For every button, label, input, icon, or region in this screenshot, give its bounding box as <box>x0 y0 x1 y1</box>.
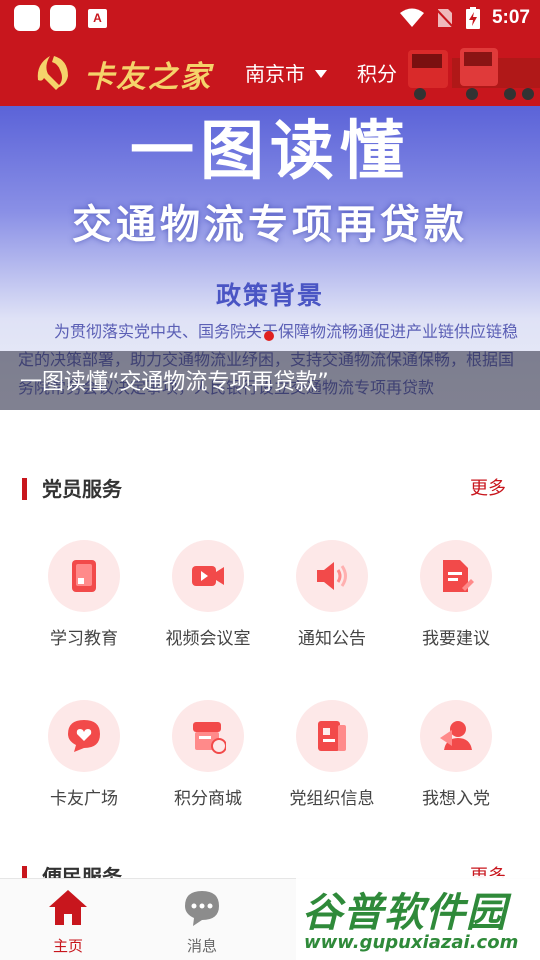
service-square[interactable]: 卡友广场 <box>22 700 146 820</box>
party-emblem-icon <box>37 56 68 90</box>
banner-section-title: 政策背景 <box>215 281 324 310</box>
notification-icon <box>50 5 76 31</box>
battery-charging-icon <box>465 7 480 29</box>
suggest-icon <box>420 540 492 612</box>
notification-icon <box>14 5 40 31</box>
video-icon <box>172 540 244 612</box>
service-label: 积分商城 <box>174 789 242 809</box>
status-bar: A 5:07 <box>0 0 540 36</box>
section-title: 党员服务 <box>42 477 122 501</box>
service-join-party[interactable]: 我想入党 <box>394 700 518 820</box>
service-party-info[interactable]: 党组织信息 <box>270 700 394 820</box>
join-party-icon <box>420 700 492 772</box>
wifi-icon <box>399 8 424 27</box>
city-selector[interactable]: 南京市 <box>245 58 327 87</box>
nav-home[interactable]: 主页 <box>18 879 118 960</box>
party-services-header: 党员服务 更多 <box>0 474 540 504</box>
nav-messages[interactable]: 消息 <box>152 879 252 960</box>
service-label: 视频会议室 <box>165 629 251 649</box>
service-label: 我想入党 <box>422 789 490 809</box>
service-study[interactable]: 学习教育 <box>22 540 146 660</box>
service-video-meeting[interactable]: 视频会议室 <box>146 540 270 660</box>
clock: 5:07 <box>491 7 530 28</box>
watermark-text: 谷普软件园 <box>302 890 507 936</box>
truck-image <box>408 48 540 100</box>
party-doc-icon <box>296 700 368 772</box>
service-notice[interactable]: 通知公告 <box>270 540 394 660</box>
service-label: 我要建议 <box>422 629 490 649</box>
banner-caption: 一图读懂“交通物流专项再贷款” <box>20 370 329 395</box>
app-header: 卡友之家 南京市 积分 <box>0 36 540 106</box>
banner-carousel[interactable]: 一图读懂 交通物流专项再贷款 政策背景 为贯彻落实党中央、国务院关于保障物流畅通… <box>0 106 540 410</box>
store-icon <box>172 700 244 772</box>
section-accent-bar <box>22 478 27 500</box>
city-label: 南京市 <box>245 62 305 86</box>
chevron-down-icon <box>315 69 327 78</box>
no-sim-icon <box>435 8 454 29</box>
carousel-indicator-dot[interactable] <box>264 331 274 341</box>
service-label: 卡友广场 <box>50 789 118 809</box>
points-link[interactable]: 积分 <box>357 58 397 87</box>
site-watermark: 谷普软件园 www.gupuxiazai.com <box>296 876 540 960</box>
service-label: 通知公告 <box>298 629 366 649</box>
watermark-url: www.gupuxiazai.com <box>304 932 519 953</box>
nav-label: 主页 <box>52 937 83 955</box>
nav-label: 消息 <box>186 937 217 955</box>
study-icon <box>48 540 120 612</box>
service-label: 党组织信息 <box>289 789 375 809</box>
text-app-icon: A <box>88 9 107 28</box>
speaker-icon <box>296 540 368 612</box>
app-logo-text: 卡友之家 <box>84 60 212 95</box>
service-suggest[interactable]: 我要建议 <box>394 540 518 660</box>
service-label: 学习教育 <box>50 629 118 649</box>
home-icon <box>49 890 87 925</box>
message-icon <box>185 891 219 926</box>
more-link[interactable]: 更多 <box>470 474 506 504</box>
service-points-mall[interactable]: 积分商城 <box>146 700 270 820</box>
banner-subtitle: 交通物流专项再贷款 <box>72 202 468 248</box>
banner-title: 一图读懂 <box>130 115 410 189</box>
heart-chat-icon <box>48 700 120 772</box>
